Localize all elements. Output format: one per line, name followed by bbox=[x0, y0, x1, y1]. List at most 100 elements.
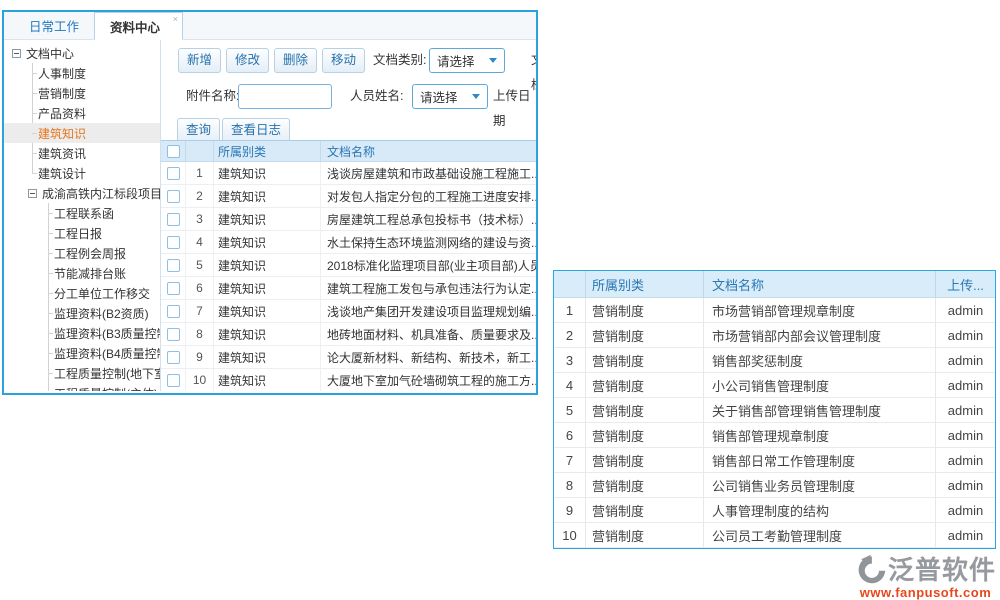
fanpu-logo-url: www.fanpusoft.com bbox=[854, 585, 997, 600]
table-row[interactable]: 9建筑知识论大厦新材料、新结构、新技术，新工... bbox=[161, 346, 536, 369]
row-checkbox[interactable] bbox=[167, 190, 180, 203]
tree-node-label: 营销制度 bbox=[38, 85, 86, 102]
tree-node-building-design[interactable]: 建筑设计 bbox=[4, 163, 160, 183]
tree-node-label: 工程质量控制(主体) bbox=[54, 385, 158, 392]
doc-type-select[interactable]: 请选择 bbox=[429, 48, 505, 73]
tree-node-building-news[interactable]: 建筑资讯 bbox=[4, 143, 160, 163]
tree-node-work-transfer[interactable]: 分工单位工作移交 bbox=[4, 283, 160, 303]
tab-close-icon[interactable]: × bbox=[173, 14, 178, 24]
docname-column-header: 文档名称 bbox=[704, 271, 936, 297]
tree-node-product-data[interactable]: 产品资料 bbox=[4, 103, 160, 123]
caret-down-icon bbox=[489, 58, 497, 63]
tree-node-doc-center[interactable]: 文档中心 bbox=[4, 43, 160, 63]
row-checkbox[interactable] bbox=[167, 374, 180, 387]
row-checkbox[interactable] bbox=[167, 351, 180, 364]
edit-button[interactable]: 修改 bbox=[226, 48, 269, 73]
category-column-header: 所属别类 bbox=[586, 271, 704, 297]
row-checkbox[interactable] bbox=[167, 213, 180, 226]
delete-button[interactable]: 删除 bbox=[274, 48, 317, 73]
table-row[interactable]: 3营销制度销售部奖惩制度admin bbox=[554, 348, 995, 373]
attachment-name-label: 附件名称: bbox=[186, 84, 239, 109]
tree-node-quality-main[interactable]: 工程质量控制(主体) bbox=[4, 383, 160, 391]
tab-daily-work[interactable]: 日常工作 bbox=[14, 12, 94, 39]
tree-node-label: 监理资料(B4质量控制) bbox=[54, 345, 161, 362]
table-row[interactable]: 7建筑知识浅谈地产集团开发建设项目监理规划编... bbox=[161, 300, 536, 323]
table-row[interactable]: 10营销制度公司员工考勤管理制度admin bbox=[554, 523, 995, 548]
doc-type-label: 文档类别: bbox=[373, 48, 426, 73]
tree-node-contact-letter[interactable]: 工程联系函 bbox=[4, 203, 160, 223]
table-row[interactable]: 2建筑知识对发包人指定分包的工程施工进度安排... bbox=[161, 185, 536, 208]
uploader-column-header: 上传... bbox=[936, 271, 995, 297]
table-row[interactable]: 10建筑知识大厦地下室加气砼墙砌筑工程的施工方... bbox=[161, 369, 536, 391]
collapse-icon[interactable] bbox=[28, 189, 37, 198]
table-row[interactable]: 3建筑知识房屋建筑工程总承包投标书（技术标）... bbox=[161, 208, 536, 231]
table-row[interactable]: 8营销制度公司销售业务员管理制度admin bbox=[554, 473, 995, 498]
table-row[interactable]: 2营销制度市场营销部内部会议管理制度admin bbox=[554, 323, 995, 348]
row-checkbox[interactable] bbox=[167, 282, 180, 295]
tree-node-label: 工程例会周报 bbox=[54, 245, 126, 262]
tree-node-building-knowledge[interactable]: 建筑知识 bbox=[4, 123, 160, 143]
tree-node-marketing-rules[interactable]: 营销制度 bbox=[4, 83, 160, 103]
tab-daily-work-label: 日常工作 bbox=[29, 16, 79, 35]
tree-node-supervision-b4[interactable]: 监理资料(B4质量控制) bbox=[4, 343, 160, 363]
tree-node-label: 建筑设计 bbox=[38, 165, 86, 182]
move-button[interactable]: 移动 bbox=[322, 48, 365, 73]
collapse-icon[interactable] bbox=[12, 49, 21, 58]
row-checkbox[interactable] bbox=[167, 328, 180, 341]
fanpu-logo-icon bbox=[855, 553, 887, 585]
table-row[interactable]: 6营销制度销售部管理规章制度admin bbox=[554, 423, 995, 448]
table-row[interactable]: 1建筑知识浅谈房屋建筑和市政基础设施工程施工... bbox=[161, 162, 536, 185]
table-row[interactable]: 6建筑知识建筑工程施工发包与承包违法行为认定... bbox=[161, 277, 536, 300]
tree-node-label: 人事制度 bbox=[38, 65, 86, 82]
tree-node-label: 工程联系函 bbox=[54, 205, 114, 222]
table-header-row: 所属别类 文档名称 上传... bbox=[554, 271, 995, 298]
tree-node-label: 产品资料 bbox=[38, 105, 86, 122]
tree-node-label: 文档中心 bbox=[26, 45, 74, 62]
tree-node-quality-basement[interactable]: 工程质量控制(地下室) bbox=[4, 363, 160, 383]
upload-date-label: 上传日期 bbox=[493, 84, 536, 134]
tree-node-energy-ledger[interactable]: 节能减排台账 bbox=[4, 263, 160, 283]
tab-bar: 日常工作 资料中心 × bbox=[4, 12, 536, 40]
tree-node-chengyu-project[interactable]: 成渝高铁内江标段项目 bbox=[4, 183, 160, 203]
tree-node-weekly-meeting[interactable]: 工程例会周报 bbox=[4, 243, 160, 263]
select-all-checkbox[interactable] bbox=[167, 145, 180, 158]
row-checkbox[interactable] bbox=[167, 167, 180, 180]
tree-node-hr-rules[interactable]: 人事制度 bbox=[4, 63, 160, 83]
tree-node-daily-report[interactable]: 工程日报 bbox=[4, 223, 160, 243]
tree-node-label: 工程质量控制(地下室) bbox=[54, 365, 161, 382]
fanpu-watermark: 泛普软件 www.fanpusoft.com bbox=[854, 550, 997, 600]
tree-node-label: 建筑资讯 bbox=[38, 145, 86, 162]
table-header-row: 所属别类 文档名称 bbox=[161, 141, 536, 162]
row-checkbox[interactable] bbox=[167, 305, 180, 318]
fanpu-logo-text: 泛普软件 bbox=[888, 550, 996, 587]
table-row[interactable]: 4营销制度小公司销售管理制度admin bbox=[554, 373, 995, 398]
row-checkbox[interactable] bbox=[167, 259, 180, 272]
table-row[interactable]: 4建筑知识水土保持生态环境监测网络的建设与资... bbox=[161, 231, 536, 254]
tree-node-supervision-b3[interactable]: 监理资料(B3质量控制) bbox=[4, 323, 160, 343]
document-center-window: 日常工作 资料中心 × 文档中心 人事制度 营销制度 产品资料 建筑知识 建筑资… bbox=[2, 10, 538, 395]
add-button[interactable]: 新增 bbox=[178, 48, 221, 73]
documents-table: 所属别类 文档名称 1建筑知识浅谈房屋建筑和市政基础设施工程施工... 2建筑知… bbox=[161, 140, 536, 391]
table-row[interactable]: 9营销制度人事管理制度的结构admin bbox=[554, 498, 995, 523]
table-row[interactable]: 7营销制度销售部日常工作管理制度admin bbox=[554, 448, 995, 473]
marketing-documents-table: 所属别类 文档名称 上传... 1营销制度市场营销部管理规章制度admin 2营… bbox=[553, 270, 996, 549]
table-row[interactable]: 5建筑知识2018标准化监理项目部(业主项目部)人员... bbox=[161, 254, 536, 277]
category-column-header: 所属别类 bbox=[214, 141, 321, 161]
tab-data-center-label: 资料中心 bbox=[110, 17, 160, 36]
row-checkbox[interactable] bbox=[167, 236, 180, 249]
tab-data-center[interactable]: 资料中心 × bbox=[94, 12, 183, 40]
person-name-select[interactable]: 请选择 bbox=[412, 84, 488, 109]
doc-type-value: 请选择 bbox=[437, 51, 475, 70]
tree-node-label: 成渝高铁内江标段项目 bbox=[42, 185, 161, 202]
table-row[interactable]: 8建筑知识地砖地面材料、机具准备、质量要求及... bbox=[161, 323, 536, 346]
table-row[interactable]: 5营销制度关于销售部管理销售管理制度admin bbox=[554, 398, 995, 423]
docname-column-header: 文档名称 bbox=[321, 141, 536, 161]
index-column-header bbox=[554, 271, 586, 297]
tree-node-supervision-b2[interactable]: 监理资料(B2资质) bbox=[4, 303, 160, 323]
caret-down-icon bbox=[472, 94, 480, 99]
tree-node-label: 建筑知识 bbox=[38, 125, 86, 142]
attachment-name-input[interactable] bbox=[238, 84, 332, 109]
tree-node-label: 监理资料(B2资质) bbox=[54, 305, 149, 322]
table-row[interactable]: 1营销制度市场营销部管理规章制度admin bbox=[554, 298, 995, 323]
tree-node-label: 工程日报 bbox=[54, 225, 102, 242]
